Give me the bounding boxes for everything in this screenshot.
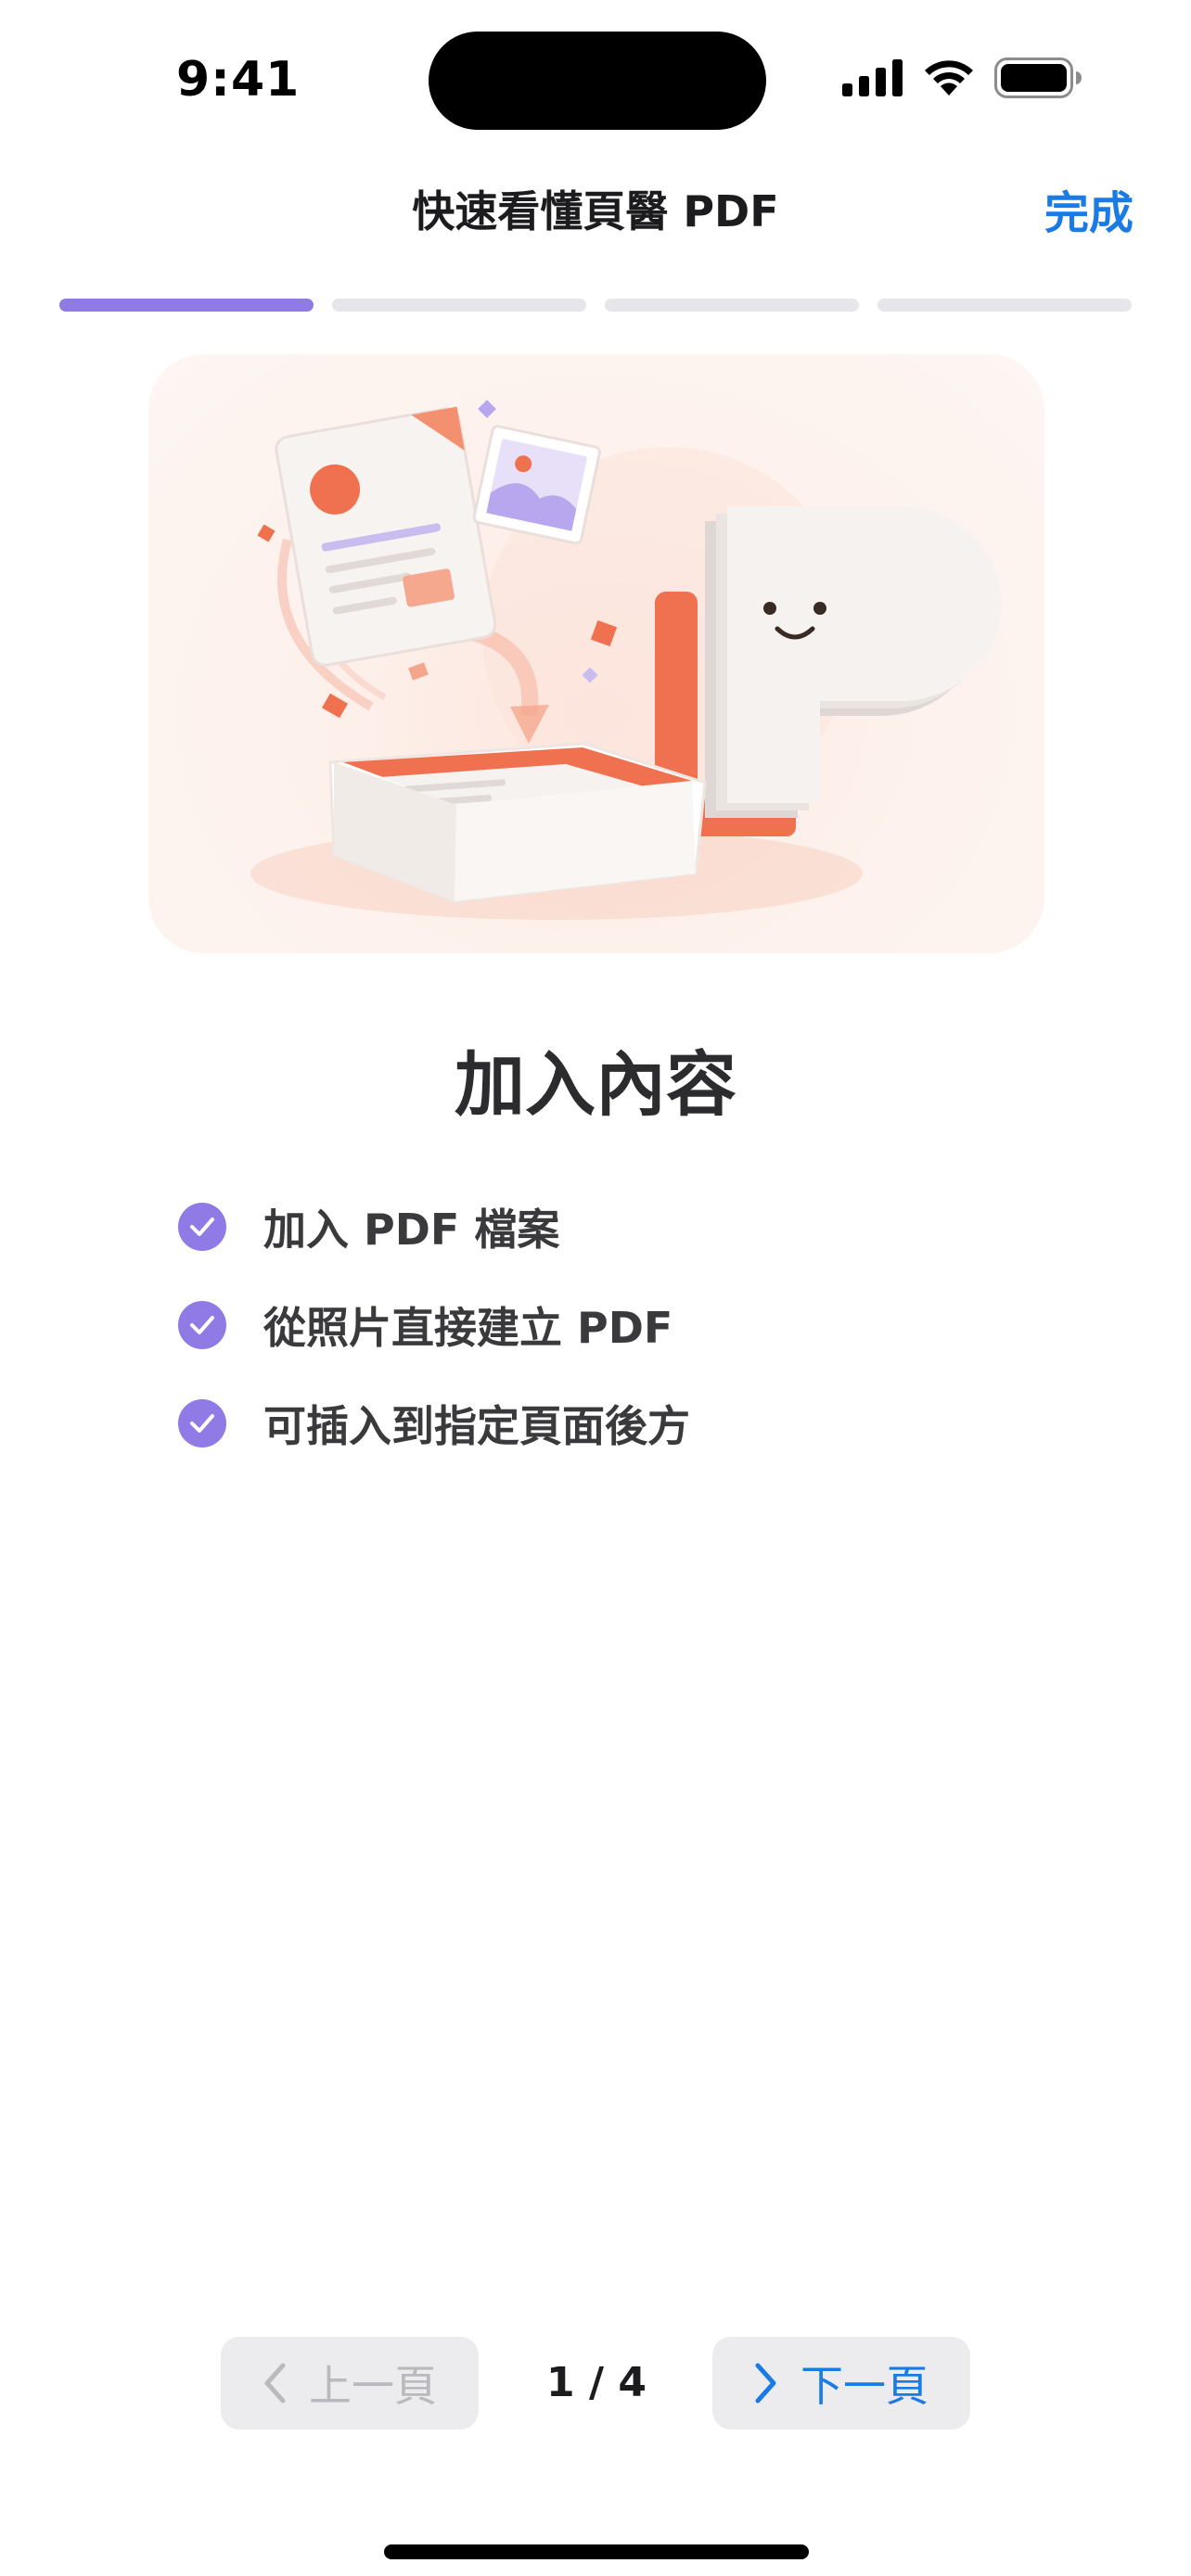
home-indicator[interactable]: [384, 2544, 809, 2559]
onboarding-screen: 9:41 快速看懂頁醫 PDF 完成 加入內容 加入 PDF 檔案 從照片直接建…: [0, 0, 1191, 2576]
list-item: 從照片直接建立 PDF: [178, 1276, 690, 1374]
feature-text: 從照片直接建立 PDF: [263, 1303, 673, 1353]
next-page-label: 下一頁: [800, 2361, 928, 2411]
wifi-icon: [922, 58, 976, 101]
feature-text: 可插入到指定頁面後方: [263, 1401, 690, 1451]
progress-segment-3: [605, 299, 859, 312]
chevron-left-icon: [264, 2363, 286, 2404]
checkmark-circle-icon: [178, 1203, 226, 1251]
checkmark-circle-icon: [178, 1399, 226, 1447]
feature-list: 加入 PDF 檔案 從照片直接建立 PDF 可插入到指定頁面後方: [178, 1178, 690, 1473]
checkmark-circle-icon: [178, 1301, 226, 1349]
list-item: 可插入到指定頁面後方: [178, 1374, 690, 1473]
previous-page-button[interactable]: 上一頁: [221, 2337, 479, 2429]
feature-illustration: [148, 354, 1044, 953]
list-item: 加入 PDF 檔案: [178, 1178, 690, 1276]
chevron-right-icon: [755, 2363, 776, 2404]
progress-segment-2: [332, 299, 586, 312]
progress-segment-1: [59, 299, 314, 312]
step-progress-bar: [59, 299, 1132, 312]
cellular-signal-icon: [842, 59, 903, 100]
status-bar: 9:41: [0, 0, 1191, 158]
progress-segment-4: [877, 299, 1132, 312]
next-page-button[interactable]: 下一頁: [712, 2337, 970, 2429]
previous-page-label: 上一頁: [309, 2361, 437, 2411]
status-icons: [842, 57, 1082, 102]
page-heading: 加入內容: [455, 1043, 736, 1126]
dynamic-island: [429, 32, 766, 130]
status-time: 9:41: [176, 52, 301, 108]
done-button[interactable]: 完成: [1044, 176, 1133, 241]
battery-icon: [994, 57, 1082, 102]
nav-title: 快速看懂頁醫 PDF: [412, 186, 779, 236]
pager: 上一頁 1 / 4 下一頁: [0, 2337, 1191, 2429]
feature-text: 加入 PDF 檔案: [263, 1205, 560, 1255]
page-indicator: 1 / 4: [546, 2359, 647, 2406]
